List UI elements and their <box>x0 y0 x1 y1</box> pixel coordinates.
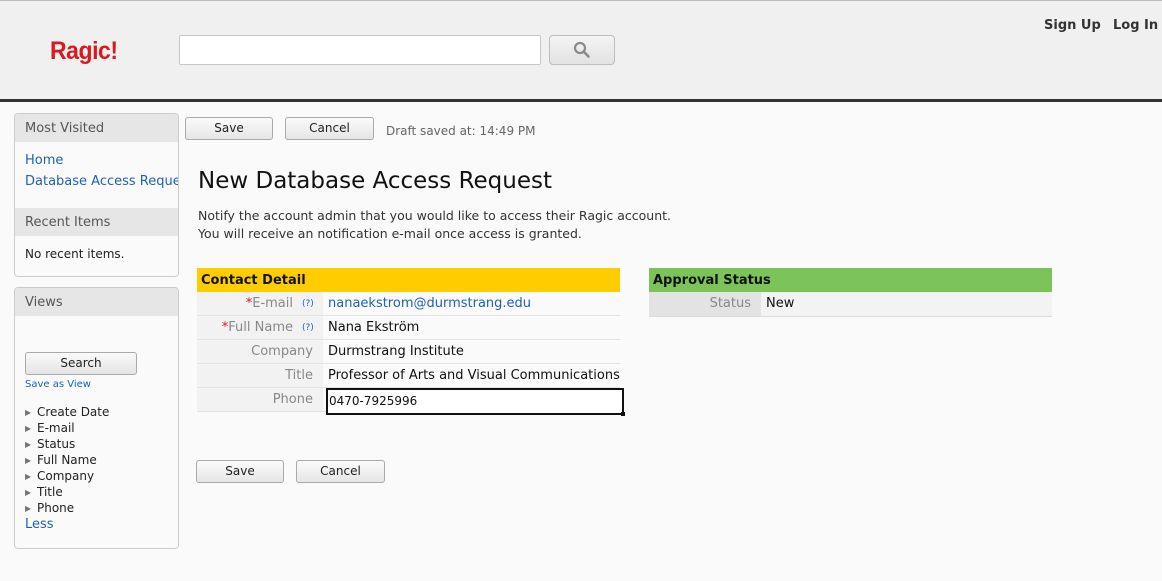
draft-status: Draft saved at: 14:49 PM <box>386 124 536 138</box>
status-label: Status <box>649 292 761 316</box>
view-field-item[interactable]: ▶ Create Date <box>25 405 109 421</box>
email-help-link[interactable]: (?) <box>302 292 314 317</box>
approval-status-header: Approval Status <box>649 268 1052 292</box>
log-in-link[interactable]: Log In <box>1113 18 1158 33</box>
title-row: Title Professor of Arts and Visual Commu… <box>197 364 620 388</box>
view-field-item[interactable]: ▶ Phone <box>25 501 109 517</box>
triangle-right-icon: ▶ <box>25 440 32 449</box>
most-visited-title: Most Visited <box>15 114 178 142</box>
view-field-item[interactable]: ▶ Company <box>25 469 109 485</box>
phone-label: Phone <box>197 388 323 411</box>
triangle-right-icon: ▶ <box>25 456 32 465</box>
sidebar-link-database-access-request[interactable]: Database Access Reque <box>25 174 178 189</box>
sign-up-link[interactable]: Sign Up <box>1044 18 1101 33</box>
page-title: New Database Access Request <box>198 168 553 194</box>
magnifier-icon <box>573 41 590 58</box>
status-value[interactable]: New <box>766 292 794 316</box>
view-field-item[interactable]: ▶ Status <box>25 437 109 453</box>
save-button-top[interactable]: Save <box>185 117 273 140</box>
status-row: Status New <box>649 292 1052 317</box>
save-as-view-link[interactable]: Save as View <box>25 379 91 390</box>
full-name-help-link[interactable]: (?) <box>302 316 314 341</box>
views-panel: Views Search Save as View ▶ Create Date ▶… <box>14 287 179 549</box>
email-row: *E-mail (?) nanaekstrom@durmstrang.edu <box>197 292 620 316</box>
company-value[interactable]: Durmstrang Institute <box>328 340 464 363</box>
view-field-item[interactable]: ▶ E-mail <box>25 421 109 437</box>
description-line-1: Notify the account admin that you would … <box>198 208 672 223</box>
ragic-logo[interactable]: Ragic! <box>50 37 118 66</box>
triangle-right-icon: ▶ <box>25 408 32 417</box>
title-value[interactable]: Professor of Arts and Visual Communicati… <box>328 364 620 387</box>
cancel-button-top[interactable]: Cancel <box>285 117 374 140</box>
triangle-right-icon: ▶ <box>25 488 32 497</box>
title-label: Title <box>197 364 323 387</box>
most-visited-panel: Most Visited Home Database Access Reque … <box>14 113 179 277</box>
full-name-row: *Full Name (?) Nana Ekström <box>197 316 620 340</box>
global-search-input[interactable] <box>179 35 541 65</box>
less-link[interactable]: Less <box>25 517 54 532</box>
recent-items-empty: No recent items. <box>25 247 125 261</box>
company-label: Company <box>197 340 323 363</box>
view-field-item[interactable]: ▶ Title <box>25 485 109 501</box>
full-name-value[interactable]: Nana Ekström <box>328 316 419 339</box>
views-search-button[interactable]: Search <box>25 352 137 375</box>
view-field-item[interactable]: ▶ Full Name <box>25 453 109 469</box>
phone-input[interactable]: 0470-7925996 <box>326 388 625 416</box>
top-header: Ragic! Sign Up Log In <box>0 0 1162 102</box>
description-line-2: You will receive an notification e-mail … <box>198 226 582 241</box>
email-value[interactable]: nanaekstrom@durmstrang.edu <box>328 292 531 315</box>
save-button-bottom[interactable]: Save <box>196 460 284 483</box>
company-row: Company Durmstrang Institute <box>197 340 620 364</box>
triangle-right-icon: ▶ <box>25 504 32 513</box>
views-title: Views <box>15 288 178 316</box>
global-search-button[interactable] <box>549 35 615 65</box>
triangle-right-icon: ▶ <box>25 424 32 433</box>
sidebar-link-home[interactable]: Home <box>25 153 63 168</box>
contact-detail-header: Contact Detail <box>197 268 620 292</box>
triangle-right-icon: ▶ <box>25 472 32 481</box>
cancel-button-bottom[interactable]: Cancel <box>296 460 385 483</box>
recent-items-title: Recent Items <box>15 208 178 236</box>
view-field-list: ▶ Create Date ▶ E-mail ▶ Status ▶ Full Name … <box>25 405 109 517</box>
